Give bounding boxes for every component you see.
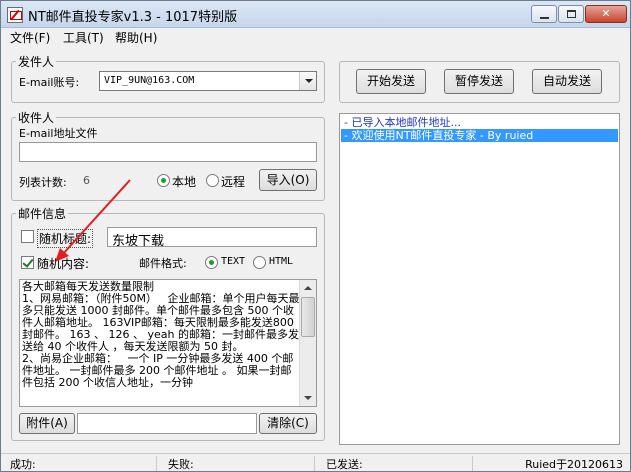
account-value: VIP_9UN@163.COM xyxy=(104,75,195,86)
menu-help[interactable]: 帮助(H) xyxy=(115,29,157,46)
address-file-input[interactable] xyxy=(19,142,317,162)
local-label: 本地 xyxy=(172,175,197,189)
start-send-button[interactable]: 开始发送 xyxy=(356,69,426,94)
subject-input[interactable]: 东坡下载 xyxy=(107,227,317,249)
random-title-label: 随机标题: xyxy=(37,229,94,248)
account-select[interactable]: VIP_9UN@163.COM xyxy=(99,71,317,91)
status-credit: Ruied于20120613 xyxy=(525,458,623,471)
menu-file[interactable]: 文件(F) xyxy=(10,29,50,46)
app-window: NT邮件直投专家v1.3 - 1017特别版 ✕ 文件(F) 工具(T) 帮助(… xyxy=(0,0,631,472)
attach-path-input[interactable] xyxy=(77,413,257,434)
clear-button[interactable]: 清除(C) xyxy=(259,413,317,434)
format-html-label: HTML xyxy=(269,256,294,267)
minimize-button[interactable] xyxy=(531,5,557,23)
count-label: 列表计数: xyxy=(19,176,67,189)
window-title: NT邮件直投专家v1.3 - 1017特别版 xyxy=(28,10,238,25)
scroll-thumb[interactable] xyxy=(301,297,315,337)
app-icon xyxy=(7,7,23,23)
random-content-label: 随机内容: xyxy=(37,257,90,271)
local-radio[interactable] xyxy=(157,174,170,187)
scroll-down-icon[interactable] xyxy=(300,390,316,406)
auto-send-button[interactable]: 自动发送 xyxy=(532,69,602,94)
attach-button[interactable]: 附件(A) xyxy=(19,413,75,434)
title-bar[interactable]: NT邮件直投专家v1.3 - 1017特别版 ✕ xyxy=(1,1,630,28)
content-text: 各大邮箱每天发送数量限制 1、网易邮箱：（附件50M） 企业邮箱：单个用户每天最… xyxy=(22,280,300,389)
remote-radio[interactable] xyxy=(206,174,219,187)
format-html-radio[interactable] xyxy=(253,256,266,269)
content-textarea[interactable]: 各大邮箱每天发送数量限制 1、网易邮箱：（附件50M） 企业邮箱：单个用户每天最… xyxy=(19,279,317,407)
format-text-radio[interactable] xyxy=(205,256,218,269)
status-sent: 已发送: xyxy=(319,456,473,471)
menu-tools[interactable]: 工具(T) xyxy=(63,29,104,46)
close-button[interactable]: ✕ xyxy=(585,5,627,23)
recipient-group-title: 收件人 xyxy=(16,109,57,126)
log-item-selected[interactable]: - 欢迎使用NT邮件直投专家 - By ruied xyxy=(341,129,618,142)
log-list[interactable]: - 已导入本地邮件地址... - 欢迎使用NT邮件直投专家 - By ruied xyxy=(339,113,620,445)
count-value: 6 xyxy=(83,174,90,187)
log-item[interactable]: - 已导入本地邮件地址... xyxy=(341,116,618,129)
import-button[interactable]: 导入(O) xyxy=(259,169,317,191)
address-file-label: E-mail地址文件 xyxy=(19,127,98,140)
content-scrollbar[interactable] xyxy=(299,280,316,406)
random-title-checkbox[interactable] xyxy=(21,230,34,243)
format-label: 邮件格式: xyxy=(139,257,187,270)
status-fail: 失败: xyxy=(161,456,315,471)
pause-send-button[interactable]: 暂停发送 xyxy=(444,69,514,94)
scroll-up-icon[interactable] xyxy=(300,280,316,296)
remote-label: 远程 xyxy=(221,175,246,189)
status-success: 成功: xyxy=(3,456,157,471)
minimize-icon xyxy=(540,17,549,19)
menu-bar: 文件(F) 工具(T) 帮助(H) xyxy=(1,28,630,46)
status-bar: 成功: 失败: 已发送: Ruied于20120613 xyxy=(1,453,630,471)
chevron-down-icon[interactable] xyxy=(299,72,316,90)
random-content-checkbox[interactable] xyxy=(21,256,34,269)
mail-group-title: 邮件信息 xyxy=(16,205,69,222)
account-label: E-mail账号: xyxy=(19,76,80,89)
maximize-button[interactable] xyxy=(558,5,584,23)
format-text-label: TEXT xyxy=(221,256,246,267)
maximize-icon xyxy=(567,10,576,18)
sender-group-title: 发件人 xyxy=(16,53,57,70)
